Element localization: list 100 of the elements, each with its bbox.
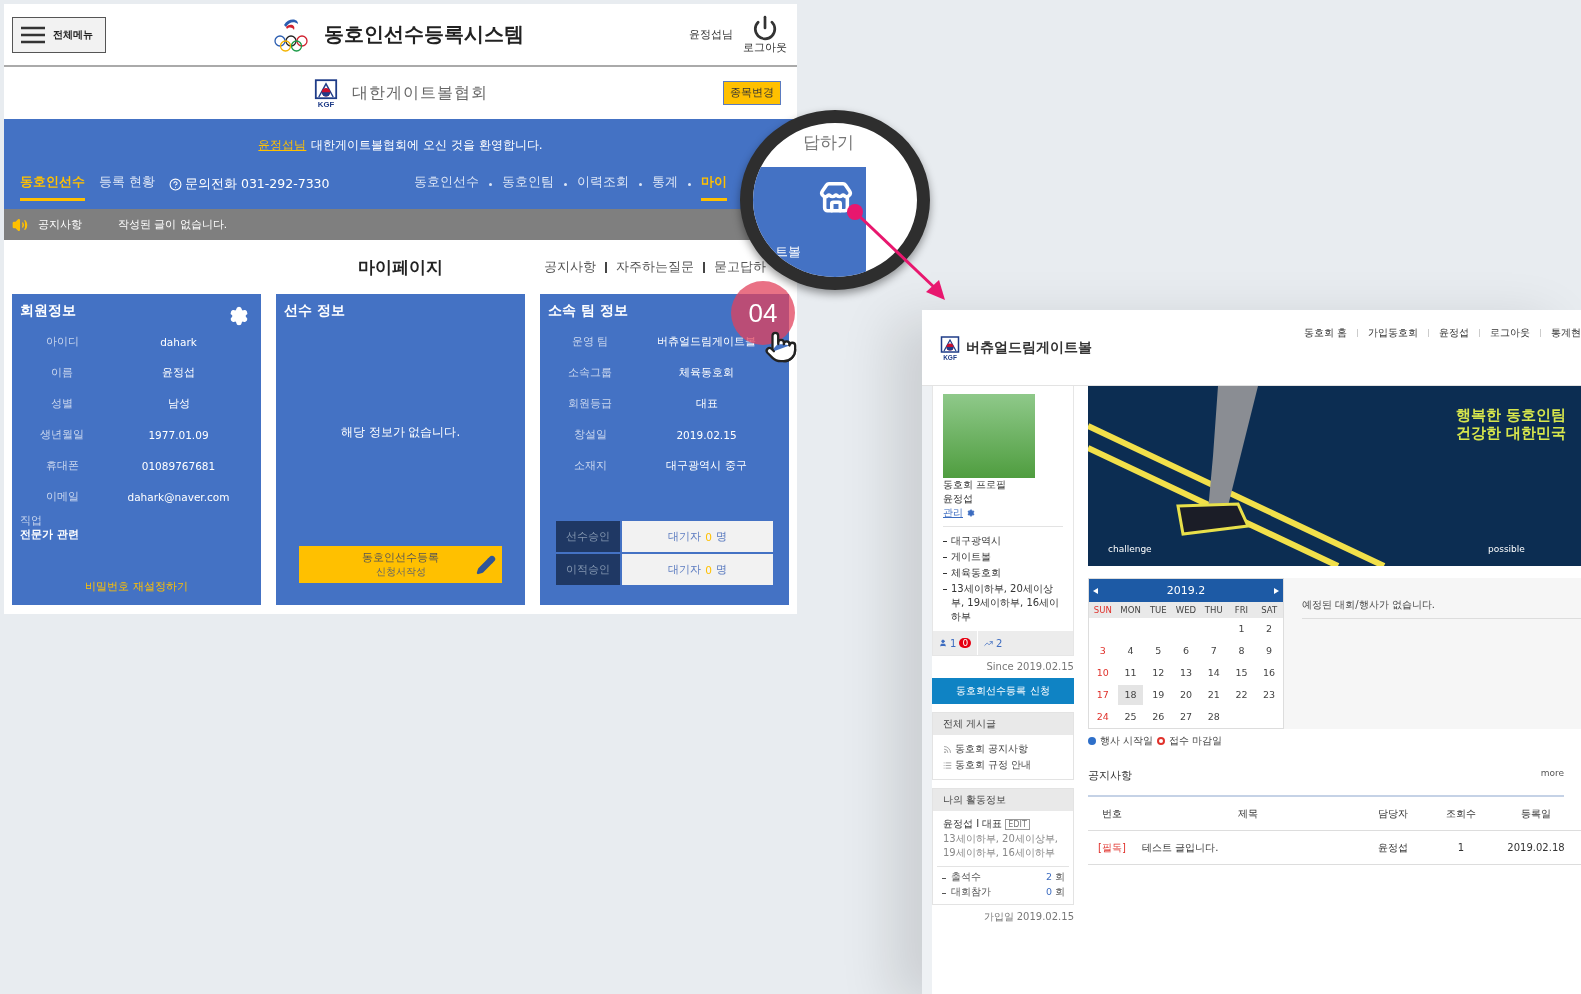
association-name: 대한게이트볼협회 (351, 82, 488, 104)
menu-button[interactable]: 전체메뉴 (12, 16, 106, 53)
sub-nav-tab[interactable]: 등록 현황 (99, 167, 155, 201)
member-role: 윤정섭 I 대표 EDIT (943, 817, 1030, 832)
register-button[interactable]: 동호인선수등록 신청서작성 (299, 546, 502, 583)
calendar-day[interactable]: 15 (1228, 663, 1255, 683)
calendar-day[interactable]: 6 (1173, 641, 1199, 661)
notice-label: 공지사항 (38, 217, 82, 232)
page-link[interactable]: 묻고답하 (714, 258, 766, 276)
field-label: 이름 (50, 365, 74, 380)
field-label: 직업 (20, 514, 42, 528)
board-link[interactable]: 동호회 규정 안내 (933, 757, 1042, 773)
legend-label: 행사 시작일 (1100, 734, 1154, 748)
calendar-day[interactable]: 21 (1200, 685, 1227, 705)
calendar-day[interactable]: 17 (1090, 685, 1116, 705)
calendar-day[interactable]: 26 (1145, 707, 1172, 727)
edit-tag[interactable]: EDIT (1005, 819, 1030, 830)
calendar-day[interactable]: 22 (1228, 685, 1255, 705)
change-sport-button[interactable]: 종목변경 (723, 81, 781, 105)
table-cell-text: 2019.02.18 (1506, 842, 1566, 853)
field-label: 회원등급 (567, 396, 613, 411)
empty-schedule-message: 예정된 대회/행사가 없습니다. (1302, 598, 1581, 619)
calendar-day[interactable]: 4 (1117, 641, 1144, 661)
calendar-day[interactable]: 25 (1117, 707, 1144, 727)
banner-caption: possible (1488, 544, 1525, 554)
stat-label: 출석수 (951, 871, 981, 884)
calendar-day[interactable]: 10 (1090, 663, 1116, 683)
more-link[interactable]: more (1540, 768, 1564, 783)
calendar-title: 2019.2 (1166, 584, 1206, 597)
calendar-day[interactable]: 18 (1117, 685, 1144, 705)
table-cell: 선수승인 (556, 521, 620, 552)
calendar-day[interactable]: 3 (1090, 641, 1116, 661)
calendar-day[interactable]: 9 (1256, 641, 1282, 661)
calendar-day[interactable]: 7 (1200, 641, 1227, 661)
nav-link[interactable]: 통계현 (1551, 326, 1581, 340)
nav-link[interactable]: 동호회 홈 (1303, 326, 1347, 340)
column-header: 담당자 (1377, 806, 1409, 821)
calendar-day[interactable]: 8 (1228, 641, 1255, 661)
table-cell-text: 1 (1456, 842, 1466, 853)
signal-icon (943, 744, 952, 754)
calendar-day[interactable]: 27 (1173, 707, 1199, 727)
magnified-text: 트볼 (775, 243, 801, 261)
calendar-day[interactable]: 14 (1200, 663, 1227, 683)
profile-link[interactable]: 동호회 프로필 (943, 478, 1007, 492)
club-name: 버츄얼드림게이트볼 (966, 339, 1092, 357)
card-title: 회원정보 (20, 302, 76, 320)
stat-value: 2 회 (1045, 871, 1065, 884)
board-link[interactable]: 동호회 공지사항 (933, 741, 1039, 757)
panel-title: 나의 활동정보 (933, 789, 1073, 811)
field-label: 소속그룹 (567, 365, 613, 380)
main-nav-tab[interactable]: 통계 (652, 167, 678, 201)
calendar-day[interactable]: 12 (1145, 663, 1172, 683)
calendar-day[interactable]: 11 (1117, 663, 1144, 683)
owner-name: 윤정섭 (943, 492, 973, 506)
page-link[interactable]: 자주하는질문 (616, 258, 694, 276)
banner-headline: 행복한 동호인팀 건강한 대한민국 (1456, 406, 1567, 442)
settings-icon[interactable] (229, 306, 249, 326)
main-nav-tab[interactable]: 이력조회 (577, 167, 629, 201)
nav-link[interactable]: 윤정섭 (1439, 326, 1469, 340)
previous-month-button[interactable] (1093, 587, 1098, 594)
nav-link[interactable]: 로그아웃 (1490, 326, 1530, 340)
weekday-label: SAT (1255, 602, 1283, 618)
field-label: 소재지 (572, 458, 608, 473)
card-title: 소속 팀 정보 (548, 302, 628, 320)
calendar-day[interactable]: 1 (1228, 619, 1255, 639)
pinned-tag: [필독] (1088, 840, 1136, 855)
power-icon (752, 14, 778, 41)
calendar-day[interactable]: 16 (1256, 663, 1282, 683)
help-icon (169, 177, 182, 191)
calendar-day[interactable]: 20 (1173, 685, 1199, 705)
calendar-day[interactable]: 23 (1256, 685, 1282, 705)
calendar-day[interactable]: 24 (1090, 707, 1116, 727)
column-header: 제목 (1237, 806, 1259, 821)
field-value: 01089767681 (140, 459, 217, 472)
main-nav-tab[interactable]: 동호인선수 (414, 167, 479, 201)
table-cell-text: 윤정섭 (1377, 840, 1409, 855)
column-header: 조회수 (1445, 806, 1477, 821)
page-link[interactable]: 공지사항 (544, 258, 596, 276)
section-title: 공지사항 (1088, 768, 1132, 783)
nav-link[interactable]: 가입동호회 (1368, 326, 1418, 340)
calendar-day[interactable]: 19 (1145, 685, 1172, 705)
store-icon (819, 181, 853, 215)
calendar-day[interactable]: 28 (1200, 707, 1227, 727)
calendar-day[interactable]: 13 (1173, 663, 1199, 683)
next-month-button[interactable] (1274, 587, 1279, 594)
calendar-day[interactable]: 5 (1145, 641, 1172, 661)
calendar-day[interactable]: 2 (1256, 619, 1282, 639)
magnified-text: 답하기 (803, 131, 854, 154)
club-tag: 게이트볼 (943, 550, 1065, 564)
club-tag: 체육동호회 (943, 566, 1065, 580)
logout-button[interactable]: 로그아웃 (743, 14, 787, 55)
notice-message: 작성된 글이 없습니다. (118, 217, 227, 232)
welcome-message: 대한게이트볼협회에 오신 것을 환영합니다. (311, 136, 543, 154)
manage-link[interactable]: 관리 (943, 506, 963, 520)
main-nav-tab[interactable]: 동호인팀 (502, 167, 554, 201)
banner-caption: challenge (1108, 544, 1152, 554)
weekday-label: MON (1116, 602, 1145, 618)
field-label: 생년월일 (39, 427, 85, 442)
post-title-link[interactable]: 테스트 글입니다. (1136, 840, 1360, 855)
club-register-button[interactable]: 동호회선수등록 신청 (932, 678, 1074, 704)
